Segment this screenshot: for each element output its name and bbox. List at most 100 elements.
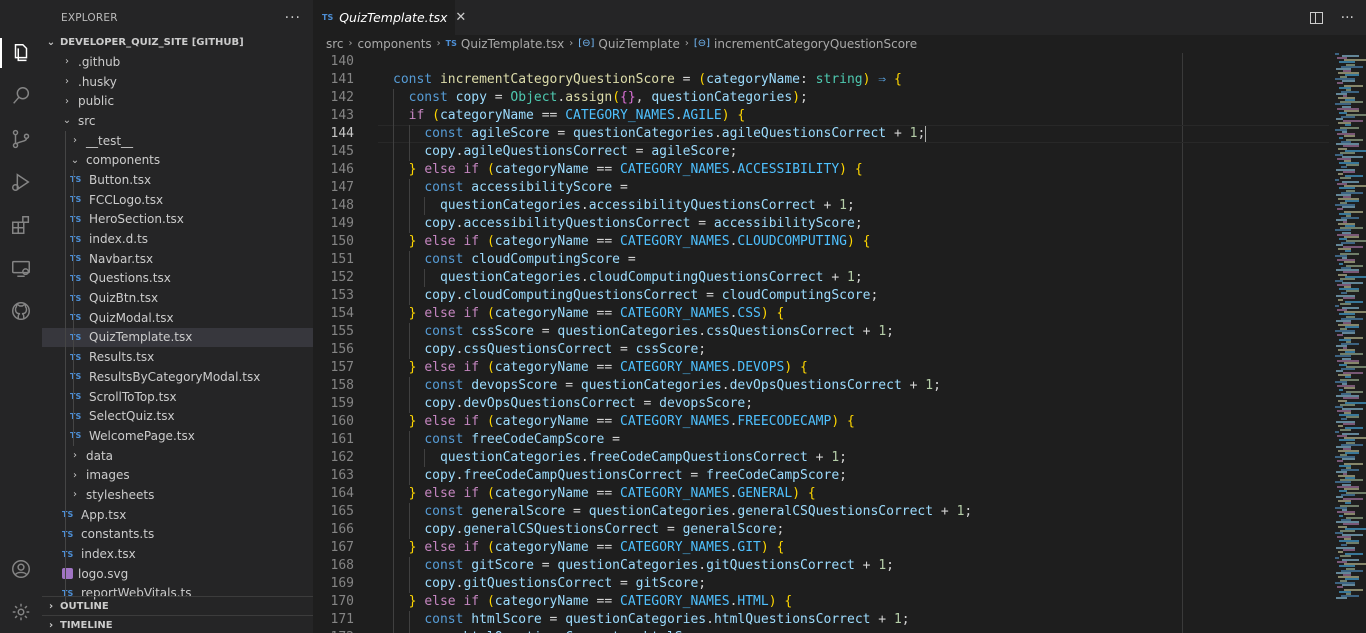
code-line: 149 copy.accessibilityQuestionsCorrect =… <box>313 215 1329 233</box>
breadcrumb: src › components › TS QuizTemplate.tsx ›… <box>313 35 1366 52</box>
indent-guide <box>65 229 66 249</box>
minimap-line <box>1336 118 1343 121</box>
indent-guide <box>73 288 74 308</box>
tree-item-label: __test__ <box>86 133 134 148</box>
tree-file[interactable]: TS Navbar.tsx <box>42 248 313 269</box>
tab-quiztemplate[interactable]: TS QuizTemplate.tsx ✕ <box>313 0 466 35</box>
tree-file[interactable]: TS QuizTemplate.tsx <box>42 327 313 348</box>
indent-guide <box>65 150 66 171</box>
tree-file[interactable]: TS Results.tsx <box>42 347 313 367</box>
tree-item-label: App.tsx <box>81 507 127 522</box>
minimap[interactable] <box>1329 53 1366 633</box>
chevron-right-icon: › <box>73 489 77 501</box>
minimap-line <box>1341 242 1355 244</box>
remote-explorer-icon[interactable] <box>0 247 42 289</box>
timeline-section[interactable]: › TIMELINE <box>42 615 313 633</box>
tree-file[interactable]: TS Questions.tsx <box>42 268 313 289</box>
more-actions-icon[interactable]: ··· <box>285 10 301 26</box>
tree-file[interactable]: TS QuizBtn.tsx <box>42 288 313 308</box>
line-number: 144 <box>330 126 354 141</box>
search-icon[interactable] <box>0 75 42 117</box>
tree-file[interactable]: TS ScrollToTop.tsx <box>42 386 313 407</box>
line-number: 171 <box>330 612 354 627</box>
indent-guide <box>65 130 66 151</box>
tree-folder[interactable]: › data <box>42 445 313 466</box>
tree-file[interactable]: TS Button.tsx <box>42 170 313 190</box>
explorer-title: EXPLORER <box>61 11 118 24</box>
minimap-line <box>1342 458 1355 461</box>
minimap-line <box>1340 302 1351 305</box>
code-line: 164 } else if (categoryName == CATEGORY_… <box>313 485 1329 503</box>
tree-folder[interactable]: › public <box>42 91 313 111</box>
tree-file[interactable]: TS WelcomePage.tsx <box>42 426 313 446</box>
tree-folder[interactable]: › images <box>42 465 313 486</box>
close-icon[interactable]: ✕ <box>455 10 466 25</box>
code-editor[interactable]: 140 141 const incrementCategoryQuestionSco… <box>313 53 1329 633</box>
tree-folder[interactable]: ⌄ components <box>42 150 313 171</box>
github-icon[interactable] <box>0 290 42 332</box>
tree-file[interactable]: TS FCCLogo.tsx <box>42 189 313 210</box>
indent-guide <box>65 504 66 525</box>
line-number: 159 <box>330 396 354 411</box>
tree-file[interactable]: TS ResultsByCategoryModal.tsx <box>42 367 313 387</box>
breadcrumb-components[interactable]: components <box>358 37 432 51</box>
minimap-line <box>1346 416 1359 419</box>
code-text: const agileScore = questionCategories.ag… <box>424 125 927 142</box>
code-line: 156 copy.cssQuestionsCorrect = cssScore; <box>313 341 1329 359</box>
code-line: 146 } else if (categoryName == CATEGORY_… <box>313 161 1329 179</box>
tree-file[interactable]: logo.svg <box>42 563 313 584</box>
tree-file[interactable]: TS HeroSection.tsx <box>42 209 313 230</box>
tree-file[interactable]: TS index.d.ts <box>42 229 313 249</box>
indent-guide <box>65 485 66 505</box>
tree-file[interactable]: TS SelectQuiz.tsx <box>42 406 313 427</box>
minimap-line <box>1336 244 1343 247</box>
code-text: } else if (categoryName == CATEGORY_NAME… <box>408 162 863 177</box>
tree-item-label: constants.ts <box>81 527 155 542</box>
settings-gear-icon[interactable] <box>0 591 42 633</box>
tree-folder[interactable]: › __test__ <box>42 130 313 151</box>
more-actions-icon[interactable]: ··· <box>1341 10 1354 26</box>
tree-item-label: QuizTemplate.tsx <box>89 330 193 345</box>
tree-folder[interactable]: › stylesheets <box>42 485 313 505</box>
chevron-right-icon: › <box>73 450 77 462</box>
tree-file[interactable]: TS QuizModal.tsx <box>42 307 313 328</box>
minimap-line <box>1346 542 1359 545</box>
account-icon[interactable] <box>0 548 42 590</box>
breadcrumb-function[interactable]: incrementCategoryQuestionScore <box>714 37 917 51</box>
breadcrumb-file[interactable]: QuizTemplate.tsx <box>461 37 564 51</box>
code-line: 150 } else if (categoryName == CATEGORY_… <box>313 233 1329 251</box>
tree-file[interactable]: TS index.tsx <box>42 544 313 564</box>
tree-folder[interactable]: ⌄ src <box>42 111 313 131</box>
code-text: questionCategories.accessibilityQuestion… <box>439 198 855 213</box>
source-control-icon[interactable] <box>0 118 42 160</box>
outline-section[interactable]: › OUTLINE <box>42 596 313 615</box>
code-text: const devopsScore = questionCategories.d… <box>424 378 941 393</box>
indent-guide <box>73 386 74 407</box>
code-line: 163 copy.freeCodeCampQuestionsCorrect = … <box>313 467 1329 485</box>
code-text: copy.gitQuestionsCorrect = gitScore; <box>424 576 707 591</box>
split-editor-icon[interactable] <box>1309 11 1323 24</box>
workspace-root[interactable]: ⌄ DEVELOPER_QUIZ_SITE [GITHUB] <box>42 33 313 52</box>
run-debug-icon[interactable] <box>0 161 42 203</box>
code-text: questionCategories.cloudComputingQuestio… <box>439 270 863 285</box>
breadcrumb-src[interactable]: src <box>326 37 344 51</box>
tab-label: QuizTemplate.tsx <box>339 10 448 25</box>
chevron-right-icon: › <box>73 135 77 147</box>
minimap-line <box>1337 334 1343 337</box>
line-number: 142 <box>330 90 354 105</box>
tree-file[interactable]: TS constants.ts <box>42 524 313 545</box>
chevron-right-icon: › <box>65 95 69 107</box>
tree-folder[interactable]: › .github <box>42 52 313 72</box>
minimap-line <box>1341 116 1355 118</box>
code-text: copy.agileQuestionsCorrect = agileScore; <box>424 144 738 159</box>
line-number: 145 <box>330 144 354 159</box>
tree-folder[interactable]: › .husky <box>42 72 313 92</box>
tree-item-label: SelectQuiz.tsx <box>89 409 175 424</box>
explorer-icon[interactable] <box>0 32 42 74</box>
indent-guide <box>65 288 66 308</box>
breadcrumb-component[interactable]: QuizTemplate <box>598 37 679 51</box>
code-line: 155 const cssScore = questionCategories.… <box>313 323 1329 341</box>
tree-file[interactable]: TS App.tsx <box>42 504 313 525</box>
extensions-icon[interactable] <box>0 204 42 246</box>
line-number: 161 <box>330 432 354 447</box>
